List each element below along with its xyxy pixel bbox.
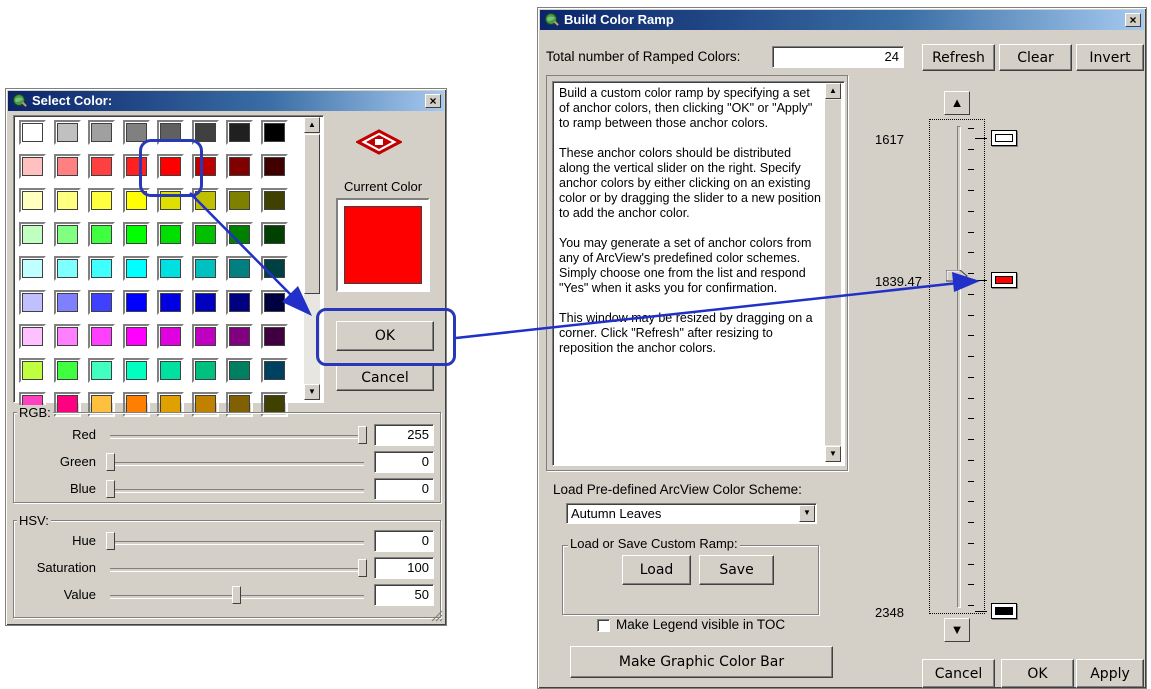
connector-arrows — [189, 192, 980, 340]
